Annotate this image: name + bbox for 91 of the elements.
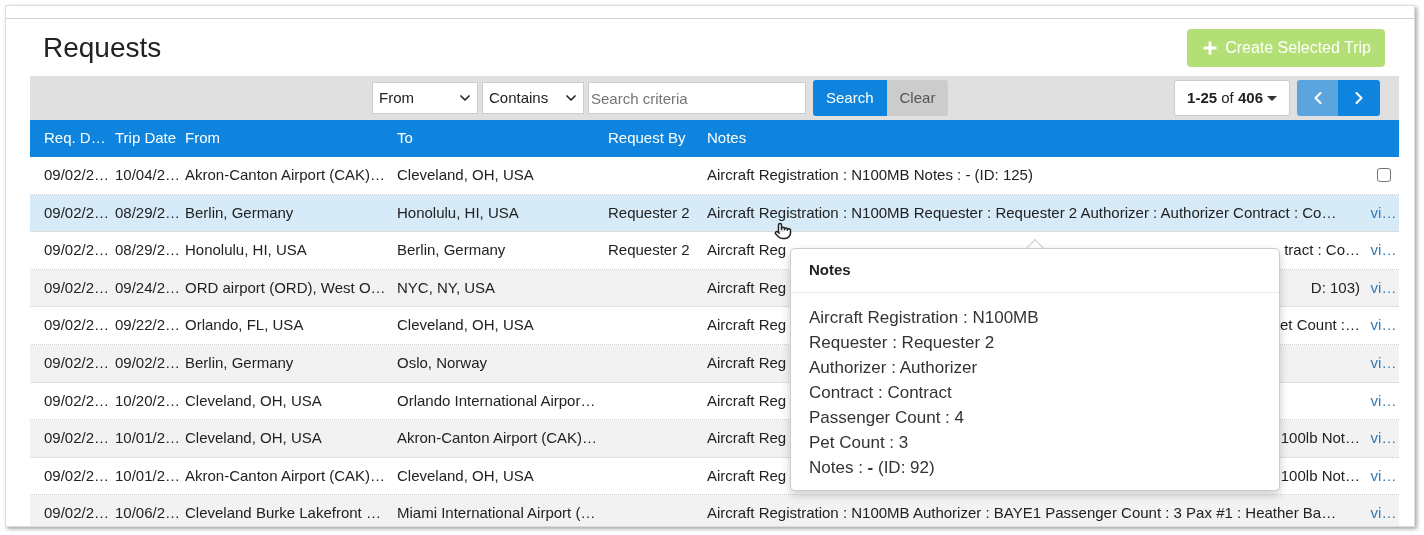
view-link[interactable]: vi… (1370, 314, 1397, 337)
from-cell: Cleveland, OH, USA (185, 429, 322, 447)
from-cell: Akron-Canton Airport (CAK)… (185, 466, 386, 484)
from-cell: Orlando, FL, USA (185, 316, 304, 334)
view-link[interactable]: vi… (1370, 464, 1397, 488)
notes-cell-text: Aircraft Reg (707, 353, 787, 373)
notes-cell-text: Aircraft Registration : N100MB Notes : - (ID: 125) (707, 165, 1033, 186)
request-date-cell: 09/02/2… (44, 354, 110, 371)
caret-icon (1267, 95, 1277, 101)
column-header[interactable]: Req. D… (44, 129, 106, 147)
notes-cell-text: Aircraft Reg (707, 315, 787, 336)
trip-date-cell: 10/06/2… (115, 504, 181, 522)
table-row[interactable]: 09/02/2… 10/06/2… Cleveland Burke Lakefront … Miami International Airport (… Aircraft Registration : N100MB Authorizer : BAYE1 Passenger Count : 3 Pax #1 : Heather Ba… vi… (30, 495, 1399, 526)
from-cell: Akron-Canton Airport (CAK)… (185, 166, 386, 184)
requester-cell: Requester 2 (608, 241, 690, 259)
notes-cell-text: tract : Co… (1284, 240, 1360, 261)
to-cell: Akron-Canton Airport (CAK)… (397, 429, 598, 447)
notes-cell-text: Aircraft Reg (707, 240, 787, 261)
next-page-button[interactable] (1338, 80, 1380, 116)
to-cell: Cleveland, OH, USA (397, 466, 534, 484)
trip-date-cell: 09/24/2… (115, 278, 181, 296)
notes-cell-text: Aircraft Reg (707, 277, 787, 298)
view-link[interactable]: vi… (1370, 352, 1397, 375)
hand-cursor-icon (774, 222, 792, 240)
popover-line: Contract : Contract (809, 381, 953, 404)
from-cell: Cleveland, OH, USA (185, 391, 322, 409)
requester-cell: Requester 2 (608, 203, 690, 221)
trip-date-cell: 10/01/2… (115, 429, 181, 447)
request-date-cell: 09/02/2… (44, 429, 110, 447)
page-title: Requests (43, 33, 162, 62)
view-link[interactable]: vi… (1370, 201, 1397, 225)
field-dropdown[interactable]: From (372, 82, 478, 114)
trip-date-cell: 09/02/2… (115, 354, 181, 371)
trip-date-cell: 10/01/2… (115, 466, 181, 484)
view-link[interactable]: vi… (1370, 502, 1397, 525)
operator-dropdown[interactable]: Contains (482, 82, 584, 114)
view-link[interactable]: vi… (1370, 276, 1397, 300)
pager-dropdown[interactable]: 1-25 of 406 (1174, 80, 1290, 116)
notes-cell-text: et Count :… (1279, 315, 1360, 336)
request-date-cell: 09/02/2… (44, 466, 110, 484)
notes-cell-text: Aircraft Registration : N100MB Authorizer : BAYE1 Passenger Count : 3 Pax #1 : Heather Ba… (707, 503, 1337, 524)
request-date-cell: 09/02/2… (44, 391, 110, 409)
table-row[interactable]: 09/02/2… 08/29/2… Berlin, Germany Honolulu, HI, USA Requester 2 Aircraft Registration : N100MB Requester : Requester 2 Authorizer : Authorizer Contract : Co… vi… (30, 194, 1399, 233)
request-date-cell: 09/02/2… (44, 504, 110, 522)
to-cell: Miami International Airport (… (397, 504, 596, 522)
search-field[interactable]: Search criteria (588, 82, 806, 114)
view-link[interactable]: vi… (1370, 427, 1397, 450)
view-link[interactable]: vi… (1370, 389, 1397, 413)
popover-line: Authorizer : Authorizer (809, 356, 979, 379)
notes-cell-text: Aircraft Reg (707, 390, 787, 411)
column-header[interactable]: Trip Date (115, 129, 177, 147)
from-cell: Honolulu, HI, USA (185, 241, 307, 259)
request-date-cell: 09/02/2… (44, 166, 110, 184)
trip-date-cell: 08/29/2… (115, 241, 181, 259)
to-cell: Cleveland, OH, USA (397, 166, 534, 184)
from-cell: ORD airport (ORD), West O… (185, 278, 386, 296)
notes-cell-text: Aircraft Reg (707, 428, 787, 449)
from-cell: Berlin, Germany (185, 354, 294, 371)
trip-date-cell: 08/29/2… (115, 203, 181, 221)
notes-cell-text: Aircraft Reg (707, 465, 787, 486)
to-cell: Cleveland, OH, USA (397, 316, 534, 334)
column-header[interactable]: From (185, 129, 220, 147)
search-button[interactable]: Search (813, 80, 887, 116)
from-cell: Berlin, Germany (185, 203, 294, 221)
trip-date-cell: 10/20/2… (115, 391, 181, 409)
notes-cell-text: Aircraft Registration : N100MB Requester : Requester 2 Authorizer : Authorizer Contract : Co… (707, 202, 1337, 223)
notes-cell-text: 100lb Not… (1280, 465, 1360, 486)
trip-date-cell: 09/22/2… (115, 316, 181, 334)
trip-date-cell: 10/04/2… (115, 166, 181, 184)
request-date-cell: 09/02/2… (44, 278, 110, 296)
notes-cell-text: 100lb Not… (1280, 428, 1360, 449)
clear-button[interactable]: Clear (886, 80, 949, 116)
popover-line: Aircraft Registration : N100MB (809, 306, 1040, 329)
notes-cell-text: D: 103) (1310, 277, 1360, 298)
to-cell: Orlando International Airpor… (397, 391, 596, 409)
column-header[interactable]: Notes (707, 129, 747, 147)
row-checkbox[interactable] (1376, 168, 1391, 183)
column-header[interactable]: Request By (608, 129, 686, 147)
to-cell: Honolulu, HI, USA (397, 203, 519, 221)
view-link[interactable]: vi… (1370, 239, 1397, 262)
to-cell: Berlin, Germany (397, 241, 506, 259)
from-cell: Cleveland Burke Lakefront … (185, 504, 381, 522)
popover-line: Notes : - (ID: 92) (809, 456, 936, 479)
column-header[interactable]: To (397, 129, 413, 147)
to-cell: Oslo, Norway (397, 354, 488, 371)
popover-line: Pet Count : 3 (809, 431, 910, 454)
request-date-cell: 09/02/2… (44, 316, 110, 334)
request-date-cell: 09/02/2… (44, 203, 110, 221)
request-date-cell: 09/02/2… (44, 241, 110, 259)
plus-icon (1201, 38, 1220, 57)
to-cell: NYC, NY, USA (397, 278, 496, 296)
